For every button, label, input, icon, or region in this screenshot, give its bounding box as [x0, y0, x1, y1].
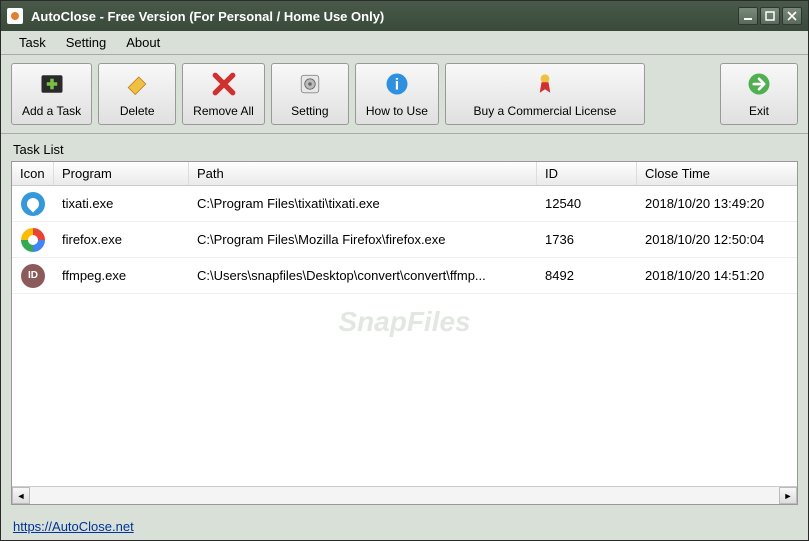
menu-setting[interactable]: Setting: [56, 33, 116, 52]
cell-program: firefox.exe: [54, 228, 189, 251]
cell-program: ffmpeg.exe: [54, 264, 189, 287]
maximize-button[interactable]: [760, 7, 780, 25]
horizontal-scrollbar[interactable]: ◄ ►: [12, 486, 797, 504]
task-list-label: Task List: [11, 138, 798, 161]
exit-label: Exit: [749, 104, 769, 118]
cell-icon: [12, 224, 54, 256]
menu-about[interactable]: About: [116, 33, 170, 52]
buy-license-button[interactable]: Buy a Commercial License: [445, 63, 645, 125]
cell-program: tixati.exe: [54, 192, 189, 215]
scroll-right-button[interactable]: ►: [779, 487, 797, 504]
header-id[interactable]: ID: [537, 162, 637, 185]
table-header: Icon Program Path ID Close Time: [12, 162, 797, 186]
header-program[interactable]: Program: [54, 162, 189, 185]
tixati-app-icon: [21, 192, 45, 216]
scroll-left-button[interactable]: ◄: [12, 487, 30, 504]
menu-task[interactable]: Task: [9, 33, 56, 52]
app-window: AutoClose - Free Version (For Personal /…: [0, 0, 809, 541]
firefox-app-icon: [21, 228, 45, 252]
table-row[interactable]: ID ffmpeg.exeC:\Users\snapfiles\Desktop\c…: [12, 258, 797, 294]
ffmpeg-app-icon: ID: [21, 264, 45, 288]
cell-path: C:\Program Files\Mozilla Firefox\firefox…: [189, 228, 537, 251]
scroll-track[interactable]: [30, 487, 779, 504]
table-body: tixati.exeC:\Program Files\tixati\tixati…: [12, 186, 797, 486]
x-icon: [208, 70, 240, 98]
close-window-button[interactable]: [782, 7, 802, 25]
header-close-time[interactable]: Close Time: [637, 162, 797, 185]
setting-button[interactable]: Setting: [271, 63, 349, 125]
cell-id: 1736: [537, 228, 637, 251]
remove-all-button[interactable]: Remove All: [182, 63, 265, 125]
cell-id: 8492: [537, 264, 637, 287]
cell-close-time: 2018/10/20 13:49:20: [637, 192, 797, 215]
task-table: Icon Program Path ID Close Time tixati.e…: [11, 161, 798, 505]
cell-path: C:\Users\snapfiles\Desktop\convert\conve…: [189, 264, 537, 287]
menubar: Task Setting About: [1, 31, 808, 55]
delete-label: Delete: [120, 104, 155, 118]
cell-close-time: 2018/10/20 12:50:04: [637, 228, 797, 251]
cell-icon: ID: [12, 260, 54, 292]
info-icon: i: [381, 70, 413, 98]
how-to-label: How to Use: [366, 104, 428, 118]
setting-label: Setting: [291, 104, 328, 118]
close-icon: [787, 11, 797, 21]
footer: https://AutoClose.net: [1, 513, 808, 540]
window-title: AutoClose - Free Version (For Personal /…: [31, 9, 736, 24]
plus-icon: [36, 70, 68, 98]
cell-icon: [12, 188, 54, 220]
toolbar: Add a Task Delete Remove All Setting i H…: [1, 55, 808, 134]
buy-label: Buy a Commercial License: [474, 104, 617, 118]
app-icon: [7, 8, 23, 24]
content-area: Task List Icon Program Path ID Close Tim…: [1, 134, 808, 513]
license-icon: [529, 70, 561, 98]
exit-button[interactable]: Exit: [720, 63, 798, 125]
cell-path: C:\Program Files\tixati\tixati.exe: [189, 192, 537, 215]
add-task-label: Add a Task: [22, 104, 81, 118]
svg-text:i: i: [395, 76, 399, 93]
minimize-icon: [743, 11, 753, 21]
watermark: SnapFiles: [338, 306, 470, 338]
maximize-icon: [765, 11, 775, 21]
remove-all-label: Remove All: [193, 104, 254, 118]
delete-button[interactable]: Delete: [98, 63, 176, 125]
exit-icon: [743, 70, 775, 98]
minimize-button[interactable]: [738, 7, 758, 25]
table-row[interactable]: tixati.exeC:\Program Files\tixati\tixati…: [12, 186, 797, 222]
cell-close-time: 2018/10/20 14:51:20: [637, 264, 797, 287]
eraser-icon: [121, 70, 153, 98]
website-link[interactable]: https://AutoClose.net: [13, 519, 134, 534]
how-to-use-button[interactable]: i How to Use: [355, 63, 439, 125]
cell-id: 12540: [537, 192, 637, 215]
table-row[interactable]: firefox.exeC:\Program Files\Mozilla Fire…: [12, 222, 797, 258]
header-path[interactable]: Path: [189, 162, 537, 185]
header-icon[interactable]: Icon: [12, 162, 54, 185]
titlebar: AutoClose - Free Version (For Personal /…: [1, 1, 808, 31]
gear-icon: [294, 70, 326, 98]
add-task-button[interactable]: Add a Task: [11, 63, 92, 125]
